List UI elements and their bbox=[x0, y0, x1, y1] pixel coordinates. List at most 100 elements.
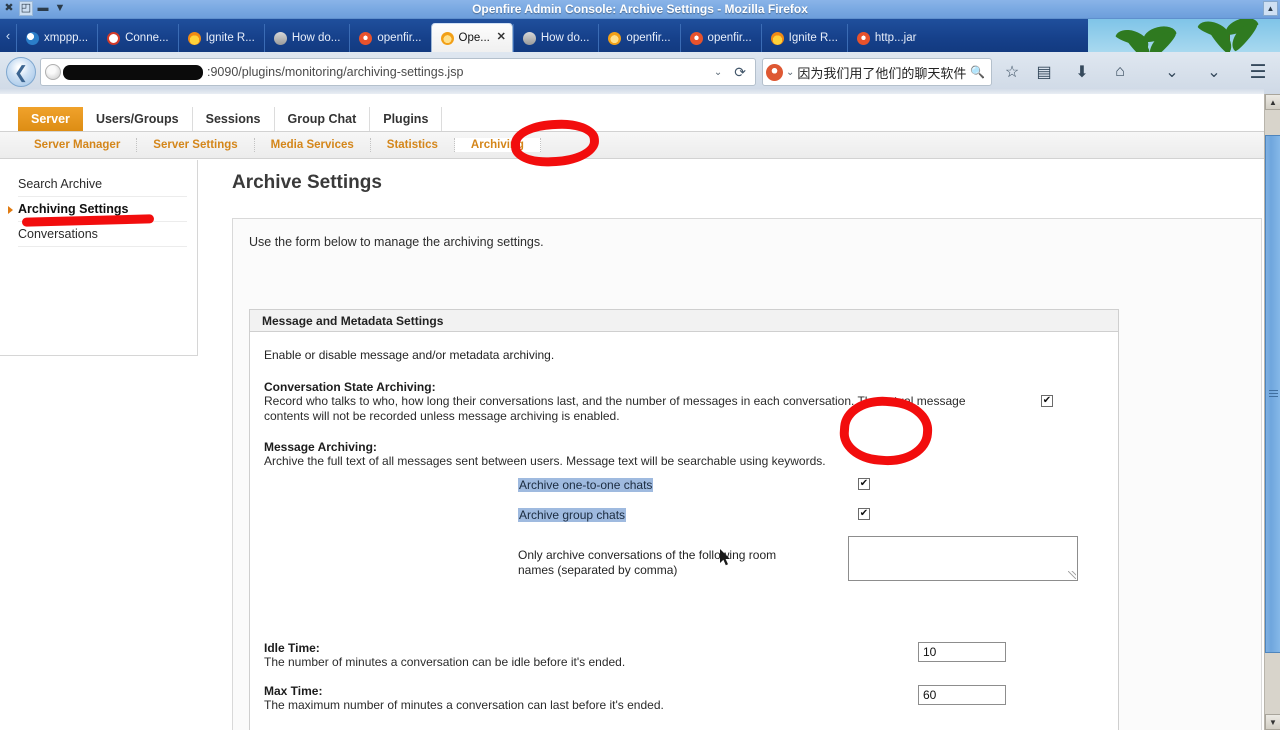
max-time-input[interactable] bbox=[918, 685, 1006, 705]
browser-tab-label: openfir... bbox=[626, 32, 671, 44]
message-archiving-description: Archive the full text of all messages se… bbox=[264, 454, 826, 468]
site-identity-icon[interactable] bbox=[45, 64, 61, 80]
search-engine-dropdown-icon[interactable]: ⌄ bbox=[786, 67, 794, 78]
bookmark-star-icon[interactable]: ☆ bbox=[1000, 60, 1024, 84]
duckduckgo-icon[interactable] bbox=[766, 63, 783, 81]
reload-icon[interactable]: ⟳ bbox=[729, 64, 751, 81]
archive-one-to-one-label: Archive one-to-one chats bbox=[518, 478, 654, 492]
hamburger-menu-icon[interactable]: ☰ bbox=[1246, 60, 1270, 84]
search-bar[interactable]: ⌄ 因为我们用了他们的聊天软件 🔍 bbox=[762, 58, 992, 86]
ignite-favicon-icon bbox=[187, 31, 201, 45]
browser-tab-3[interactable]: How do... bbox=[263, 24, 350, 52]
browser-tab-label: How do... bbox=[540, 32, 590, 44]
conversation-state-checkbox[interactable]: ✔ bbox=[1041, 395, 1053, 407]
openfire-sub-nav[interactable]: Server Manager Server Settings Media Servi… bbox=[0, 132, 1264, 159]
fieldset-legend: Message and Metadata Settings bbox=[250, 310, 1118, 332]
stackoverflow-favicon-icon bbox=[273, 31, 287, 45]
openfire-tab-group-chat[interactable]: Group Chat bbox=[275, 107, 371, 131]
openfire-tab-sessions[interactable]: Sessions bbox=[193, 107, 275, 131]
fieldset-intro-text: Enable or disable message and/or metadat… bbox=[264, 348, 555, 362]
idle-time-row: Idle Time: The number of minutes a conve… bbox=[264, 641, 1104, 670]
conversation-state-row: Conversation State Archiving: Record who… bbox=[264, 380, 1104, 424]
browser-tab-8[interactable]: openfir... bbox=[679, 24, 761, 52]
openfire-subtab-archiving[interactable]: Archiving bbox=[454, 138, 541, 152]
browser-tab-label: openfir... bbox=[707, 32, 752, 44]
window-scroll-up-icon[interactable]: ▲ bbox=[1263, 1, 1278, 16]
sidebar-item-label: Conversations bbox=[18, 227, 98, 241]
browser-tab-9[interactable]: Ignite R... bbox=[760, 24, 847, 52]
opera-favicon-icon bbox=[107, 31, 121, 45]
browser-tab-label: Conne... bbox=[125, 32, 169, 44]
browser-tab-4[interactable]: openfir... bbox=[349, 24, 430, 52]
conversation-state-label: Conversation State Archiving: bbox=[264, 380, 436, 394]
openfire-subtab-server-settings[interactable]: Server Settings bbox=[137, 138, 255, 152]
openfire-tab-server[interactable]: Server bbox=[18, 107, 83, 131]
sidebar-item-search-archive[interactable]: Search Archive bbox=[18, 172, 187, 197]
openfire-favicon-icon bbox=[440, 31, 454, 45]
tab-close-icon[interactable]: ✕ bbox=[497, 32, 506, 43]
firefox-favicon-icon bbox=[689, 31, 703, 45]
page-title: Archive Settings bbox=[232, 172, 382, 193]
home-icon[interactable]: ⌂ bbox=[1108, 60, 1132, 84]
scroll-up-button[interactable]: ▲ bbox=[1265, 94, 1280, 110]
browser-tab-2[interactable]: Ignite R... bbox=[177, 24, 264, 52]
browser-tab-7[interactable]: openfir... bbox=[598, 24, 679, 52]
scrollbar-grip-icon bbox=[1269, 390, 1278, 398]
main-content: Archive Settings Use the form below to m… bbox=[214, 172, 1264, 730]
search-magnifier-icon[interactable]: 🔍 bbox=[970, 65, 988, 79]
openfire-subtab-server-manager[interactable]: Server Manager bbox=[18, 138, 138, 152]
textarea-resize-grip[interactable] bbox=[1068, 571, 1076, 579]
mouse-cursor bbox=[720, 549, 730, 566]
page-scrollbar[interactable]: ▲ ▼ bbox=[1264, 94, 1280, 730]
sidebar-item-archiving-settings[interactable]: Archiving Settings bbox=[8, 197, 187, 222]
message-metadata-fieldset: Message and Metadata Settings Enable or … bbox=[249, 309, 1119, 730]
openfire-subtab-media-services[interactable]: Media Services bbox=[255, 138, 371, 152]
panel-intro-text: Use the form below to manage the archivi… bbox=[249, 235, 544, 249]
address-bar[interactable]: :9090/plugins/monitoring/archiving-setti… bbox=[40, 58, 756, 86]
search-input[interactable]: 因为我们用了他们的聊天软件 bbox=[797, 63, 966, 82]
window-title: Openfire Admin Console: Archive Settings… bbox=[472, 2, 808, 16]
message-archiving-label: Message Archiving: bbox=[264, 440, 377, 454]
room-names-textarea[interactable] bbox=[848, 536, 1078, 581]
downloads-icon[interactable]: ⬇ bbox=[1070, 60, 1094, 84]
sidebar-current-arrow-icon bbox=[8, 206, 13, 214]
firefox-favicon-icon bbox=[856, 31, 870, 45]
archive-group-chats-label: Archive group chats bbox=[518, 508, 627, 522]
ignite-favicon-icon bbox=[770, 31, 784, 45]
browser-tab-label: xmppp... bbox=[44, 32, 89, 44]
browser-tab-label: http...jar bbox=[874, 32, 917, 44]
overflow-dropdown-icon[interactable]: ⌄ bbox=[1202, 60, 1226, 84]
browser-tab-1[interactable]: Conne... bbox=[97, 24, 177, 52]
openfire-tab-plugins[interactable]: Plugins bbox=[370, 107, 443, 131]
archive-one-to-one-checkbox[interactable]: ✔ bbox=[858, 478, 870, 490]
browser-tab-label: Ope... bbox=[458, 32, 490, 44]
sidebar-item-conversations[interactable]: Conversations bbox=[18, 222, 187, 247]
tabstrip-scroll-left-icon[interactable]: ‹ bbox=[0, 19, 16, 52]
openfire-favicon-icon bbox=[608, 31, 622, 45]
archive-group-chats-checkbox[interactable]: ✔ bbox=[858, 508, 870, 520]
address-history-dropdown-icon[interactable]: ⌄ bbox=[711, 67, 725, 78]
openfire-tab-users-groups[interactable]: Users/Groups bbox=[83, 107, 193, 131]
back-button[interactable]: ❮ bbox=[6, 57, 36, 87]
window-titlebar: ✖ ◰ ▬ ▼ Openfire Admin Console: Archive … bbox=[0, 0, 1280, 19]
browser-tab-label: openfir... bbox=[377, 32, 422, 44]
browser-tab-6[interactable]: How do... bbox=[512, 24, 599, 52]
openfire-main-nav[interactable]: Server Users/Groups Sessions Group Chat Plug… bbox=[0, 106, 1264, 132]
message-archiving-row: Message Archiving: Archive the full text… bbox=[264, 440, 1104, 581]
browser-tab-label: How do... bbox=[291, 32, 341, 44]
conversation-state-description: Record who talks to who, how long their … bbox=[264, 394, 966, 423]
browser-tab-10[interactable]: http...jar bbox=[846, 24, 926, 52]
idle-time-input[interactable] bbox=[918, 642, 1006, 662]
browser-tab-0[interactable]: xmppp... bbox=[16, 24, 97, 52]
xmpp-favicon-icon bbox=[26, 31, 39, 45]
scroll-down-button[interactable]: ▼ bbox=[1265, 714, 1280, 730]
browser-tab-label: Ignite R... bbox=[788, 32, 838, 44]
scrollbar-thumb[interactable] bbox=[1265, 135, 1280, 653]
addon-dropdown-icon[interactable]: ⌄ bbox=[1160, 60, 1184, 84]
openfire-subtab-statistics[interactable]: Statistics bbox=[371, 138, 455, 152]
sidebar[interactable]: Search Archive Archiving Settings Conversa… bbox=[0, 160, 198, 356]
reader-list-icon[interactable]: ▤ bbox=[1032, 60, 1056, 84]
address-bar-url: :9090/plugins/monitoring/archiving-setti… bbox=[207, 65, 464, 79]
firefox-favicon-icon bbox=[359, 31, 373, 45]
browser-tab-5[interactable]: Ope... ✕ bbox=[430, 23, 513, 52]
